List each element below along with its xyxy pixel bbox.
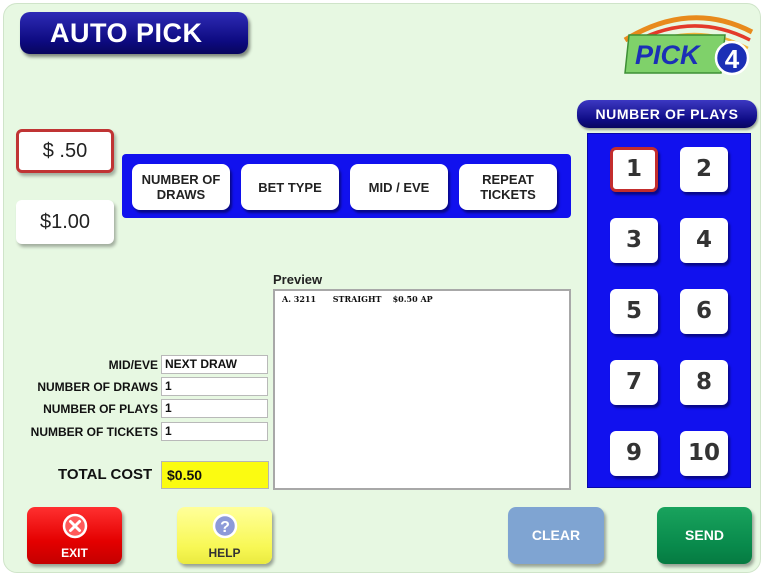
question-circle-icon: ? <box>212 513 237 539</box>
pick4-auto-pick-screen: AUTO PICK PICK 4 NUMBER OF PLAYS 1 2 3 4… <box>0 0 765 577</box>
number-of-draws-button[interactable]: NUMBER OF DRAWS <box>132 164 230 210</box>
pick4-logo: PICK 4 <box>623 15 754 76</box>
plays-button-9[interactable]: 9 <box>610 431 658 476</box>
plays-button-8[interactable]: 8 <box>680 360 728 405</box>
preview-index: A. <box>282 294 291 304</box>
plays-button-4[interactable]: 4 <box>680 218 728 263</box>
mid-eve-field: NEXT DRAW <box>161 355 268 374</box>
svg-text:?: ? <box>220 519 230 536</box>
number-of-plays-title: NUMBER OF PLAYS <box>577 100 757 128</box>
close-circle-icon <box>62 513 87 539</box>
options-bar: NUMBER OF DRAWS BET TYPE MID / EVE REPEA… <box>122 154 571 218</box>
total-cost-field: $0.50 <box>161 461 269 489</box>
plays-button-5[interactable]: 5 <box>610 289 658 334</box>
mid-eve-button[interactable]: MID / EVE <box>350 164 448 210</box>
mid-eve-label: MID/EVE <box>108 358 158 372</box>
preview-code: AP <box>420 294 433 304</box>
preview-amount: $0.50 <box>392 294 418 304</box>
logo-number: 4 <box>725 44 740 74</box>
number-of-draws-label: NUMBER OF DRAWS <box>37 380 158 394</box>
preview-line: A. 3211 STRAIGHT $0.50 AP <box>282 294 433 304</box>
preview-label: Preview <box>273 272 323 287</box>
bet-type-button[interactable]: BET TYPE <box>241 164 339 210</box>
exit-label: EXIT <box>61 546 88 560</box>
exit-button[interactable]: EXIT <box>27 507 122 564</box>
help-label: HELP <box>208 546 241 560</box>
send-button[interactable]: SEND <box>657 507 752 564</box>
number-of-plays-panel: 1 2 3 4 5 6 7 8 9 10 <box>587 133 751 488</box>
repeat-tickets-button[interactable]: REPEAT TICKETS <box>459 164 557 210</box>
preview-numbers: 3211 <box>293 294 317 304</box>
plays-button-3[interactable]: 3 <box>610 218 658 263</box>
plays-button-1[interactable]: 1 <box>610 147 658 192</box>
preview-box[interactable]: A. 3211 STRAIGHT $0.50 AP <box>273 289 571 490</box>
number-of-plays-label: NUMBER OF PLAYS <box>43 402 158 416</box>
number-of-plays-field: 1 <box>161 399 268 418</box>
preview-bet: STRAIGHT <box>332 294 382 304</box>
logo-word: PICK <box>635 40 702 70</box>
plays-button-10[interactable]: 10 <box>680 431 728 476</box>
number-of-draws-field: 1 <box>161 377 268 396</box>
price-100-button[interactable]: $1.00 <box>16 200 114 244</box>
plays-button-6[interactable]: 6 <box>680 289 728 334</box>
plays-button-2[interactable]: 2 <box>680 147 728 192</box>
number-of-tickets-label: NUMBER OF TICKETS <box>30 425 158 439</box>
number-of-tickets-field: 1 <box>161 422 268 441</box>
page-title: AUTO PICK <box>20 12 248 54</box>
total-cost-label: TOTAL COST <box>58 466 153 483</box>
price-050-button[interactable]: $ .50 <box>16 129 114 173</box>
clear-button[interactable]: CLEAR <box>508 507 604 564</box>
help-button[interactable]: ? HELP <box>177 507 272 564</box>
plays-button-7[interactable]: 7 <box>610 360 658 405</box>
